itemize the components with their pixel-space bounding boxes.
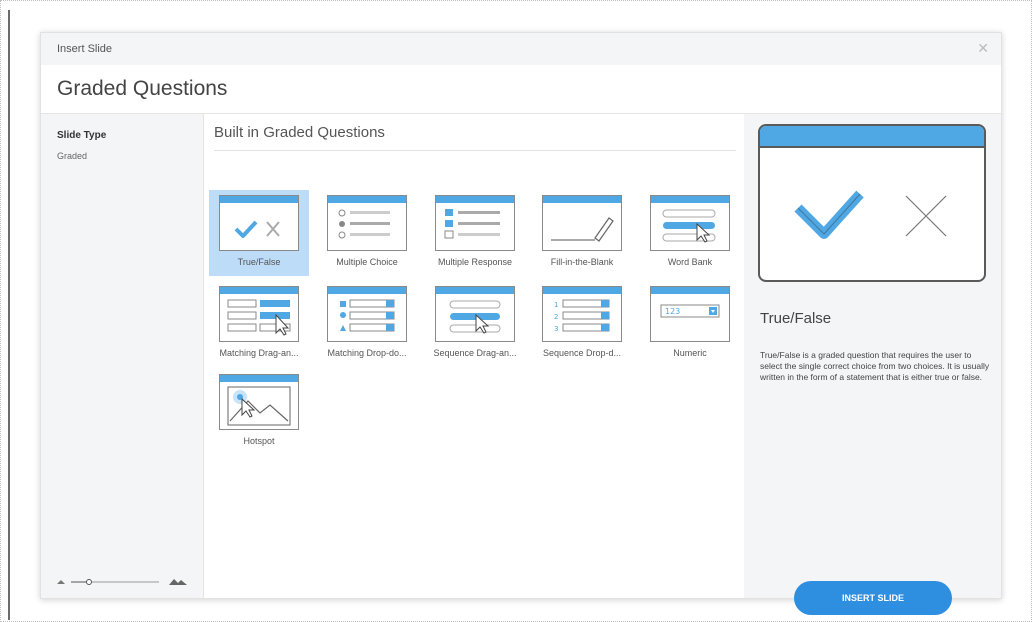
tile-label: Multiple Response [437, 257, 513, 267]
tile-label: Sequence Drop-d... [542, 348, 622, 358]
window-edge [8, 10, 10, 620]
tile-matching-drag[interactable]: Matching Drag-an... [209, 281, 309, 367]
tile-numeric[interactable]: 123 Numeric [640, 281, 740, 367]
numeric-icon: 123 [650, 286, 730, 342]
true-false-icon [219, 195, 299, 251]
slide-type-label: Slide Type [57, 130, 107, 141]
tile-sequence-dropdown[interactable]: 1 2 3 Sequence Drop-d... [532, 281, 632, 367]
tile-fill-in-blank[interactable]: Fill-in-the-Blank [532, 190, 632, 276]
tile-label: Sequence Drag-an... [433, 348, 517, 358]
tile-multiple-choice[interactable]: Multiple Choice [317, 190, 417, 276]
preview-image [758, 124, 986, 282]
tile-label: True/False [237, 257, 281, 267]
svg-text:2: 2 [554, 313, 558, 321]
slide-type-graded[interactable]: Graded [57, 151, 87, 161]
tile-label: Fill-in-the-Blank [550, 257, 614, 267]
mountain-large-icon[interactable] [169, 579, 187, 585]
tile-true-false[interactable]: True/False [209, 190, 309, 276]
tile-label: Matching Drop-do... [327, 348, 407, 358]
tile-matching-dropdown[interactable]: Matching Drop-do... [317, 281, 417, 367]
slide-type-panel: Slide Type Graded [41, 114, 204, 598]
section-divider [214, 150, 736, 151]
svg-text:1: 1 [554, 301, 558, 309]
tile-label: Matching Drag-an... [219, 348, 299, 358]
tile-label: Hotspot [243, 436, 275, 446]
matching-drag-icon [219, 286, 299, 342]
page-title: Graded Questions [57, 77, 228, 100]
tile-hotspot[interactable]: Hotspot [209, 369, 309, 455]
mountain-small-icon[interactable] [57, 580, 65, 584]
tile-label: Multiple Choice [336, 257, 398, 267]
hotspot-icon [219, 374, 299, 430]
sequence-drag-icon [435, 286, 515, 342]
tile-sequence-drag[interactable]: Sequence Drag-an... [425, 281, 525, 367]
numeric-thumb-text: 123 [665, 307, 680, 316]
dialog-titlebar: Insert Slide ✕ [41, 33, 1001, 65]
close-icon[interactable]: ✕ [977, 40, 989, 57]
matching-dropdown-icon [327, 286, 407, 342]
zoom-thumb [86, 579, 92, 585]
insert-slide-dialog: Insert Slide ✕ Graded Questions Slide Ty… [40, 32, 1002, 615]
dialog-title: Insert Slide [57, 43, 113, 55]
tile-label: Word Bank [667, 257, 713, 267]
multiple-response-icon [435, 195, 515, 251]
tile-multiple-response[interactable]: Multiple Response [425, 190, 525, 276]
multiple-choice-icon [327, 195, 407, 251]
preview-panel: True/False True/False is a graded questi… [744, 114, 1001, 615]
zoom-slider[interactable] [55, 570, 195, 590]
tile-label: Numeric [673, 348, 707, 358]
dialog-heading-bar: Graded Questions [41, 65, 1001, 114]
preview-title: True/False [760, 310, 832, 327]
word-bank-icon [650, 195, 730, 251]
insert-slide-button[interactable]: INSERT SLIDE [794, 581, 952, 615]
preview-description: True/False is a graded question that req… [760, 350, 990, 382]
sequence-dropdown-icon: 1 2 3 [542, 286, 622, 342]
svg-text:3: 3 [554, 325, 558, 333]
gallery-section-title: Built in Graded Questions [214, 124, 385, 141]
question-gallery: Built in Graded Questions True/False Mul… [204, 114, 744, 598]
tile-word-bank[interactable]: Word Bank [640, 190, 740, 276]
fill-in-blank-icon [542, 195, 622, 251]
